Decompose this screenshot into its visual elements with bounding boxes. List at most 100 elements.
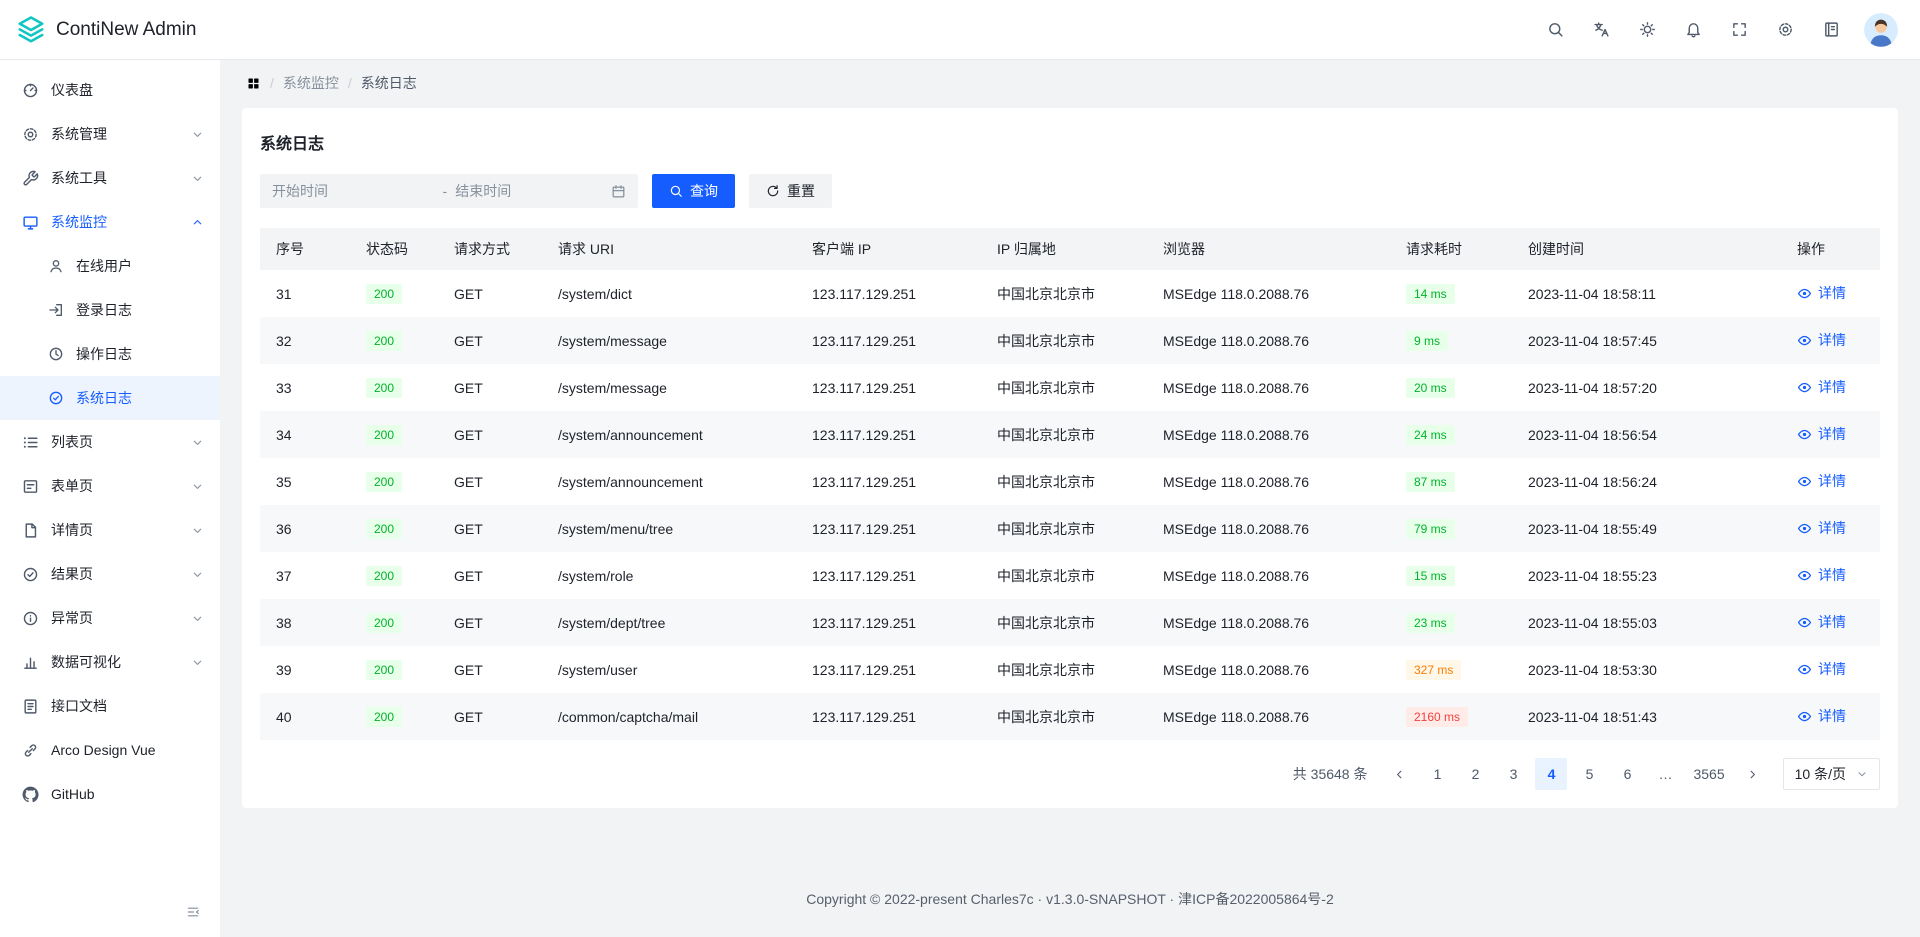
detail-link[interactable]: 详情 <box>1797 706 1846 726</box>
journal-icon <box>1823 21 1840 38</box>
query-button[interactable]: 查询 <box>652 174 735 208</box>
cell-client-ip: 123.117.129.251 <box>796 552 981 599</box>
cell-client-ip: 123.117.129.251 <box>796 505 981 552</box>
sidebar-item-form-page[interactable]: 表单页 <box>0 464 220 508</box>
notifications-button[interactable] <box>1676 13 1710 47</box>
cell-duration: 20 ms <box>1390 364 1512 411</box>
sidebar-item-label: 操作日志 <box>76 344 132 364</box>
sidebar-item-list-page[interactable]: 列表页 <box>0 420 220 464</box>
table-row: 38 200 GET /system/dept/tree 123.117.129… <box>260 599 1880 646</box>
pagination-more[interactable]: … <box>1649 758 1681 790</box>
pagination-page-5[interactable]: 5 <box>1573 758 1605 790</box>
main-content: / 系统监控 / 系统日志 系统日志 开始时间 - 结束时间 查询 <box>220 60 1920 937</box>
pagination-page-4[interactable]: 4 <box>1535 758 1567 790</box>
detail-link[interactable]: 详情 <box>1797 612 1846 632</box>
sidebar-item-label: Arco Design Vue <box>51 742 204 758</box>
user-icon <box>48 258 64 274</box>
pagination-page-2[interactable]: 2 <box>1459 758 1491 790</box>
sidebar-item-data-visualization[interactable]: 数据可视化 <box>0 640 220 684</box>
detail-link[interactable]: 详情 <box>1797 471 1846 491</box>
cell-client-ip: 123.117.129.251 <box>796 411 981 458</box>
detail-link[interactable]: 详情 <box>1797 424 1846 444</box>
fullscreen-icon <box>1731 21 1748 38</box>
sidebar-item-exception-page[interactable]: 异常页 <box>0 596 220 640</box>
status-badge: 200 <box>366 566 402 586</box>
sidebar-item-detail-page[interactable]: 详情页 <box>0 508 220 552</box>
duration-badge: 23 ms <box>1406 613 1455 633</box>
pagination-next-button[interactable] <box>1737 758 1769 790</box>
chevron-down-icon <box>191 524 204 537</box>
sidebar-item-result-page[interactable]: 结果页 <box>0 552 220 596</box>
page-size-select[interactable]: 10 条/页 <box>1783 758 1880 790</box>
chevron-down-icon <box>191 480 204 493</box>
sidebar-item-system-log[interactable]: 系统日志 <box>0 376 220 420</box>
table-row: 34 200 GET /system/announcement 123.117.… <box>260 411 1880 458</box>
theme-toggle-button[interactable] <box>1630 13 1664 47</box>
sidebar-item-operation-log[interactable]: 操作日志 <box>0 332 220 376</box>
detail-link[interactable]: 详情 <box>1797 377 1846 397</box>
chevron-right-icon <box>1746 768 1759 781</box>
cell-status: 200 <box>350 599 438 646</box>
chevron-down-icon <box>191 612 204 625</box>
sidebar-item-system-tools[interactable]: 系统工具 <box>0 156 220 200</box>
pagination-page-6[interactable]: 6 <box>1611 758 1643 790</box>
sidebar-item-arco-design-vue[interactable]: Arco Design Vue <box>0 728 220 772</box>
cell-browser: MSEdge 118.0.2088.76 <box>1147 411 1390 458</box>
cell-method: GET <box>438 693 542 740</box>
cell-status: 200 <box>350 270 438 317</box>
column-header: IP 归属地 <box>981 228 1147 270</box>
cell-ip-location: 中国北京北京市 <box>981 599 1147 646</box>
status-badge: 200 <box>366 378 402 398</box>
date-range-picker[interactable]: 开始时间 - 结束时间 <box>260 174 638 208</box>
settings-button[interactable] <box>1768 13 1802 47</box>
sidebar-collapse-button[interactable] <box>180 899 206 925</box>
sidebar-item-system-management[interactable]: 系统管理 <box>0 112 220 156</box>
clock-icon <box>48 346 64 362</box>
sidebar-item-online-users[interactable]: 在线用户 <box>0 244 220 288</box>
avatar[interactable] <box>1864 13 1898 47</box>
breadcrumb-item-system-monitor[interactable]: 系统监控 <box>283 73 339 93</box>
sidebar-item-api-doc[interactable]: 接口文档 <box>0 684 220 728</box>
apps-grid-icon[interactable] <box>246 76 261 91</box>
cell-actions: 详情 <box>1781 364 1880 411</box>
pagination-prev-button[interactable] <box>1383 758 1415 790</box>
detail-link-label: 详情 <box>1818 283 1846 303</box>
cell-created-time: 2023-11-04 18:53:30 <box>1512 646 1781 693</box>
detail-link[interactable]: 详情 <box>1797 565 1846 585</box>
detail-link[interactable]: 详情 <box>1797 518 1846 538</box>
pagination-page-3565[interactable]: 3565 <box>1687 758 1730 790</box>
cell-browser: MSEdge 118.0.2088.76 <box>1147 599 1390 646</box>
fullscreen-button[interactable] <box>1722 13 1756 47</box>
cell-created-time: 2023-11-04 18:57:45 <box>1512 317 1781 364</box>
table-row: 33 200 GET /system/message 123.117.129.2… <box>260 364 1880 411</box>
sidebar-item-dashboard[interactable]: 仪表盘 <box>0 68 220 112</box>
cell-actions: 详情 <box>1781 458 1880 505</box>
translate-button[interactable] <box>1584 13 1618 47</box>
duration-badge: 24 ms <box>1406 425 1455 445</box>
detail-link[interactable]: 详情 <box>1797 330 1846 350</box>
brand[interactable]: ContiNew Admin <box>16 15 196 45</box>
app-logo-icon <box>16 15 46 45</box>
search-icon <box>1547 21 1564 38</box>
reset-button[interactable]: 重置 <box>749 174 832 208</box>
status-badge: 200 <box>366 425 402 445</box>
sidebar-item-label: 结果页 <box>51 564 179 584</box>
detail-link[interactable]: 详情 <box>1797 659 1846 679</box>
journal-button[interactable] <box>1814 13 1848 47</box>
chevron-down-icon <box>191 172 204 185</box>
sidebar-item-github[interactable]: GitHub <box>0 772 220 816</box>
breadcrumb-item-system-log: 系统日志 <box>361 73 417 93</box>
pagination-page-1[interactable]: 1 <box>1421 758 1453 790</box>
sidebar-item-login-log[interactable]: 登录日志 <box>0 288 220 332</box>
copyright-text: Copyright © 2022-present Charles7c · v1.… <box>806 891 1334 907</box>
pagination-page-3[interactable]: 3 <box>1497 758 1529 790</box>
cell-created-time: 2023-11-04 18:58:11 <box>1512 270 1781 317</box>
cell-ip-location: 中国北京北京市 <box>981 646 1147 693</box>
sidebar-item-system-monitor[interactable]: 系统监控 <box>0 200 220 244</box>
duration-badge: 15 ms <box>1406 566 1455 586</box>
cell-created-time: 2023-11-04 18:56:24 <box>1512 458 1781 505</box>
search-button[interactable] <box>1538 13 1572 47</box>
page-title: 系统日志 <box>260 130 1880 154</box>
detail-link[interactable]: 详情 <box>1797 283 1846 303</box>
file-icon <box>22 522 39 539</box>
